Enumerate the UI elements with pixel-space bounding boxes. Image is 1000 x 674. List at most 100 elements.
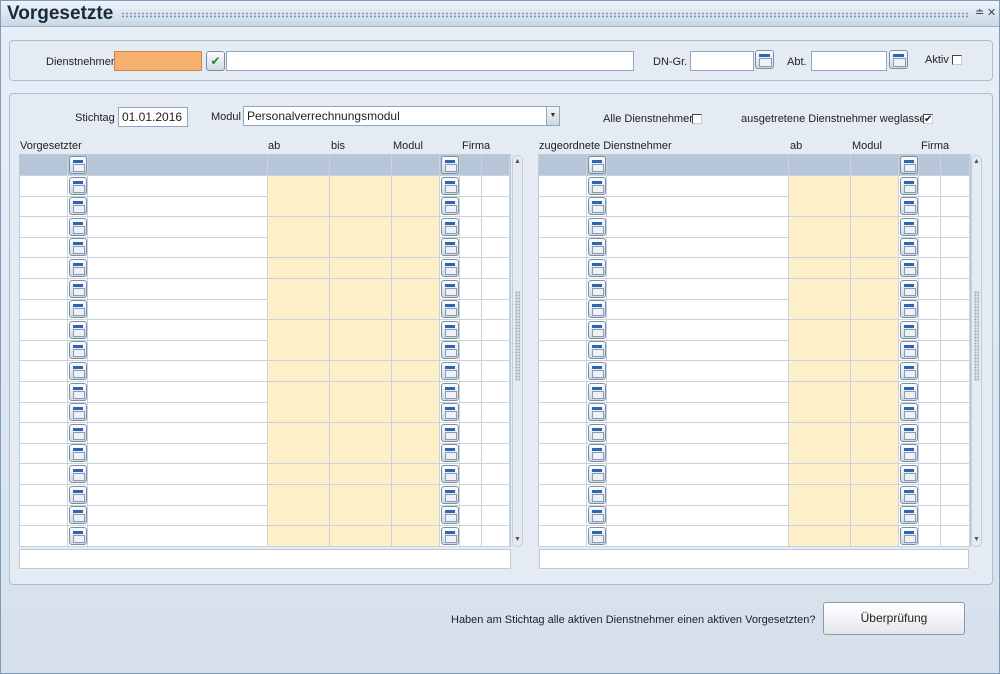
cell-id[interactable] (539, 484, 587, 505)
cell-ab[interactable] (789, 484, 851, 505)
row-picker-icon[interactable] (69, 156, 87, 174)
cell-firma-value[interactable] (941, 484, 970, 505)
cell-id[interactable] (20, 155, 68, 175)
abt-input[interactable] (811, 51, 887, 71)
cell-firma-value[interactable] (482, 505, 510, 526)
modul-picker-icon[interactable] (900, 217, 918, 236)
cell-dienstnehmer[interactable] (607, 278, 789, 299)
row-picker-icon[interactable] (69, 259, 87, 277)
cell-firma-value[interactable] (941, 340, 970, 361)
cell-bis[interactable] (330, 525, 392, 546)
row-picker-icon[interactable] (588, 217, 606, 236)
modul-picker-icon[interactable] (900, 197, 918, 216)
cell-firma[interactable] (919, 258, 941, 278)
cell-ab[interactable] (268, 237, 330, 258)
cell-dienstnehmer[interactable] (607, 484, 789, 505)
cell-firma[interactable] (460, 361, 482, 381)
cell-modul[interactable] (851, 422, 899, 443)
modul-picker-icon[interactable] (441, 382, 459, 401)
cell-modul[interactable] (851, 340, 899, 361)
modul-picker-icon[interactable] (900, 526, 918, 545)
cell-modul[interactable] (851, 196, 899, 217)
cell-modul[interactable] (851, 464, 899, 484)
cell-ab[interactable] (268, 464, 330, 484)
cell-ab[interactable] (268, 216, 330, 237)
cell-firma[interactable] (460, 443, 482, 464)
table-row[interactable] (20, 340, 510, 362)
cell-ab[interactable] (268, 258, 330, 278)
cell-vorgesetzter[interactable] (88, 155, 268, 175)
cell-firma[interactable] (919, 422, 941, 443)
cell-firma-value[interactable] (941, 155, 970, 175)
cell-ab[interactable] (789, 319, 851, 340)
cell-firma-value[interactable] (941, 525, 970, 546)
modul-picker-icon[interactable] (441, 156, 459, 174)
cell-vorgesetzter[interactable] (88, 525, 268, 546)
cell-vorgesetzter[interactable] (88, 278, 268, 299)
cell-firma-value[interactable] (941, 319, 970, 340)
cell-firma[interactable] (460, 196, 482, 217)
cell-bis[interactable] (330, 155, 392, 175)
modul-picker-icon[interactable] (441, 176, 459, 195)
table-row[interactable] (20, 361, 510, 382)
cell-modul[interactable] (392, 381, 440, 402)
cell-modul[interactable] (851, 175, 899, 196)
cell-ab[interactable] (789, 258, 851, 278)
table-row[interactable] (20, 216, 510, 238)
cell-firma-value[interactable] (482, 340, 510, 361)
cell-id[interactable] (20, 484, 68, 505)
row-picker-icon[interactable] (588, 176, 606, 195)
cell-modul[interactable] (851, 361, 899, 381)
cell-firma[interactable] (460, 175, 482, 196)
row-picker-icon[interactable] (69, 506, 87, 525)
table-row[interactable] (539, 381, 970, 403)
cell-firma-value[interactable] (941, 258, 970, 278)
cell-modul[interactable] (392, 464, 440, 484)
table-row[interactable] (20, 505, 510, 527)
cell-modul[interactable] (392, 299, 440, 320)
row-picker-icon[interactable] (588, 320, 606, 339)
cell-firma[interactable] (460, 258, 482, 278)
row-picker-icon[interactable] (588, 300, 606, 319)
row-picker-icon[interactable] (588, 341, 606, 360)
modul-picker-icon[interactable] (441, 300, 459, 319)
cell-firma[interactable] (460, 319, 482, 340)
cell-vorgesetzter[interactable] (88, 258, 268, 278)
row-picker-icon[interactable] (588, 506, 606, 525)
cell-vorgesetzter[interactable] (88, 464, 268, 484)
cell-firma-value[interactable] (482, 278, 510, 299)
cell-bis[interactable] (330, 464, 392, 484)
row-picker-icon[interactable] (588, 382, 606, 401)
modul-picker-icon[interactable] (900, 238, 918, 257)
cell-firma[interactable] (460, 525, 482, 546)
cell-ab[interactable] (268, 402, 330, 423)
cell-ab[interactable] (268, 319, 330, 340)
table-row[interactable] (20, 196, 510, 218)
table-row[interactable] (539, 505, 970, 527)
cell-dienstnehmer[interactable] (607, 443, 789, 464)
table-row[interactable] (539, 422, 970, 444)
row-picker-icon[interactable] (588, 403, 606, 422)
cell-ab[interactable] (268, 525, 330, 546)
cell-dienstnehmer[interactable] (607, 464, 789, 484)
cell-firma[interactable] (460, 299, 482, 320)
cell-modul[interactable] (851, 381, 899, 402)
cell-ab[interactable] (789, 464, 851, 484)
modul-picker-icon[interactable] (900, 176, 918, 195)
cell-firma-value[interactable] (482, 402, 510, 423)
table-row[interactable] (539, 258, 970, 279)
cell-firma[interactable] (919, 196, 941, 217)
cell-modul[interactable] (851, 484, 899, 505)
cell-id[interactable] (20, 299, 68, 320)
cell-dienstnehmer[interactable] (607, 237, 789, 258)
cell-id[interactable] (20, 361, 68, 381)
confirm-checkmark-icon[interactable]: ✔ (206, 51, 225, 71)
cell-id[interactable] (539, 155, 587, 175)
dngr-picker-icon[interactable] (755, 50, 774, 69)
cell-bis[interactable] (330, 258, 392, 278)
scroll-thumb-grip[interactable] (974, 291, 979, 381)
modul-picker-icon[interactable] (900, 465, 918, 483)
cell-firma[interactable] (460, 340, 482, 361)
cell-firma[interactable] (460, 216, 482, 237)
cell-modul[interactable] (392, 237, 440, 258)
